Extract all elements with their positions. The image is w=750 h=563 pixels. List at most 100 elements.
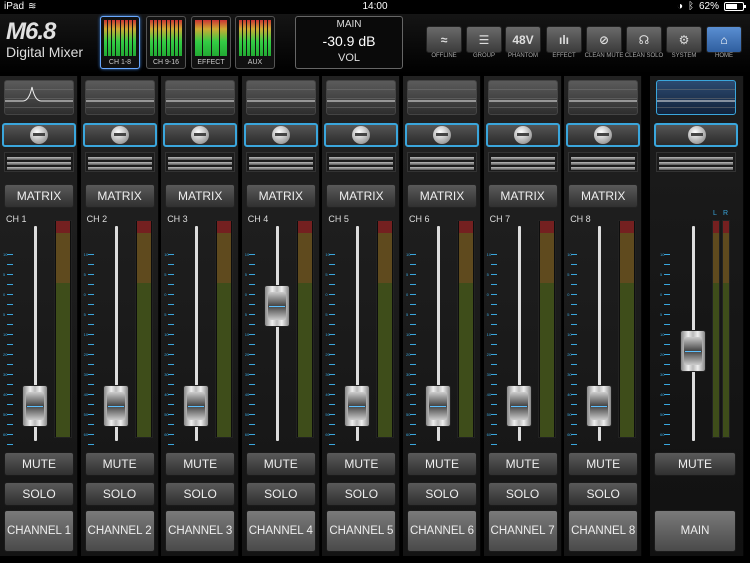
offline-button[interactable]: ≈ <box>426 26 462 53</box>
aux-send-rails[interactable] <box>245 152 316 172</box>
matrix-button[interactable]: MATRIX <box>326 184 397 208</box>
view-tab-ch-9-16[interactable]: CH 9-16 <box>146 16 186 69</box>
fader-cap[interactable] <box>344 385 371 428</box>
mute-button[interactable]: MUTE <box>487 452 558 476</box>
aux-send-rails[interactable] <box>487 152 558 172</box>
scale-tick <box>87 274 94 275</box>
pan-control[interactable] <box>566 123 641 147</box>
view-tab-aux[interactable]: AUX <box>235 16 275 69</box>
fader-cap[interactable] <box>263 284 290 327</box>
fader-cap[interactable] <box>183 385 210 428</box>
channel-name-button[interactable]: CHANNEL 5 <box>326 510 397 552</box>
eq-curve-thumbnail[interactable] <box>4 80 74 115</box>
matrix-button[interactable]: MATRIX <box>407 184 477 208</box>
aux-send-rails[interactable] <box>656 152 736 172</box>
mute-button[interactable]: MUTE <box>407 452 477 476</box>
view-tab-effect[interactable]: EFFECT <box>191 16 231 69</box>
scale-mark: 40 <box>164 392 169 397</box>
view-tab-ch-1-8[interactable]: CH 1-8 <box>100 16 140 69</box>
channel-name-button[interactable]: CHANNEL 6 <box>407 510 477 552</box>
effect-button[interactable]: ılı <box>546 26 582 53</box>
pan-control[interactable] <box>163 123 238 147</box>
main-mute-button[interactable]: MUTE <box>654 452 736 476</box>
solo-button[interactable]: SOLO <box>4 482 74 506</box>
aux-send-rails[interactable] <box>326 152 397 172</box>
matrix-button[interactable]: MATRIX <box>568 184 639 208</box>
fader-cap[interactable] <box>22 385 48 428</box>
mute-button[interactable]: MUTE <box>245 452 316 476</box>
channel-name-button[interactable]: CHANNEL 7 <box>487 510 558 552</box>
matrix-button[interactable]: MATRIX <box>4 184 74 208</box>
solo-button[interactable]: SOLO <box>407 482 477 506</box>
pan-knob-icon[interactable] <box>110 126 129 144</box>
pan-knob-icon[interactable] <box>191 126 210 144</box>
scale-tick <box>7 274 13 275</box>
scale-tick <box>490 384 497 385</box>
channel-name-button[interactable]: CHANNEL 1 <box>4 510 74 552</box>
scale-tick <box>571 434 578 435</box>
fader-track[interactable] <box>275 226 279 441</box>
pan-knob-icon[interactable] <box>352 126 371 144</box>
mute-button[interactable]: MUTE <box>568 452 639 476</box>
solo-button[interactable]: SOLO <box>487 482 558 506</box>
system-button[interactable]: ⚙ <box>666 26 702 53</box>
eq-curve-thumbnail[interactable] <box>165 80 236 115</box>
mute-button[interactable]: MUTE <box>4 452 74 476</box>
eq-curve-thumbnail[interactable] <box>84 80 155 115</box>
pan-control[interactable] <box>405 123 479 147</box>
pan-control[interactable] <box>485 123 560 147</box>
pan-knob-icon[interactable] <box>688 126 706 144</box>
aux-send-rails[interactable] <box>84 152 155 172</box>
scale-tick <box>7 264 13 265</box>
pan-knob-icon[interactable] <box>433 126 451 144</box>
aux-send-rails[interactable] <box>407 152 477 172</box>
pan-knob-icon[interactable] <box>594 126 613 144</box>
fader-cap[interactable] <box>680 329 706 372</box>
group-button[interactable]: ☰ <box>466 26 502 53</box>
pan-control[interactable] <box>243 123 318 147</box>
eq-curve-thumbnail[interactable] <box>245 80 316 115</box>
scale-mark: 10 <box>83 252 89 257</box>
pan-knob-icon[interactable] <box>271 126 290 144</box>
mute-button[interactable]: MUTE <box>84 452 155 476</box>
clean-solo-button[interactable]: ☊ <box>626 26 662 53</box>
matrix-button[interactable]: MATRIX <box>487 184 558 208</box>
scale-mark: 20 <box>244 352 250 357</box>
pan-knob-icon[interactable] <box>513 126 532 144</box>
eq-curve-thumbnail[interactable] <box>656 80 736 115</box>
solo-button[interactable]: SOLO <box>568 482 639 506</box>
mute-button[interactable]: MUTE <box>326 452 397 476</box>
solo-button[interactable]: SOLO <box>326 482 397 506</box>
home-button[interactable]: ⌂ <box>706 26 742 53</box>
aux-send-rails[interactable] <box>4 152 74 172</box>
clean-mute-button[interactable]: ⊘ <box>586 26 622 53</box>
eq-curve-thumbnail[interactable] <box>568 80 639 115</box>
pan-knob-icon[interactable] <box>30 126 48 144</box>
eq-curve-thumbnail[interactable] <box>407 80 477 115</box>
eq-curve-thumbnail[interactable] <box>326 80 397 115</box>
phantom-button[interactable]: 48V <box>505 26 541 53</box>
pan-control[interactable] <box>324 123 399 147</box>
matrix-button[interactable]: MATRIX <box>165 184 236 208</box>
channel-name-button[interactable]: CHANNEL 4 <box>245 510 316 552</box>
channel-name-button[interactable]: CHANNEL 3 <box>165 510 236 552</box>
solo-button[interactable]: SOLO <box>245 482 316 506</box>
fader-cap[interactable] <box>102 385 129 428</box>
matrix-button[interactable]: MATRIX <box>84 184 155 208</box>
matrix-button[interactable]: MATRIX <box>245 184 316 208</box>
fader-cap[interactable] <box>586 385 613 428</box>
fader-cap[interactable] <box>505 385 532 428</box>
aux-send-rails[interactable] <box>568 152 639 172</box>
pan-control[interactable] <box>654 123 738 147</box>
aux-send-rails[interactable] <box>165 152 236 172</box>
solo-button[interactable]: SOLO <box>165 482 236 506</box>
mute-button[interactable]: MUTE <box>165 452 236 476</box>
solo-button[interactable]: SOLO <box>84 482 155 506</box>
pan-control[interactable] <box>2 123 76 147</box>
fader-cap[interactable] <box>425 385 451 428</box>
pan-control[interactable] <box>82 123 157 147</box>
channel-name-button[interactable]: CHANNEL 2 <box>84 510 155 552</box>
eq-curve-thumbnail[interactable] <box>487 80 558 115</box>
main-name-button[interactable]: MAIN <box>654 510 736 552</box>
channel-name-button[interactable]: CHANNEL 8 <box>568 510 639 552</box>
